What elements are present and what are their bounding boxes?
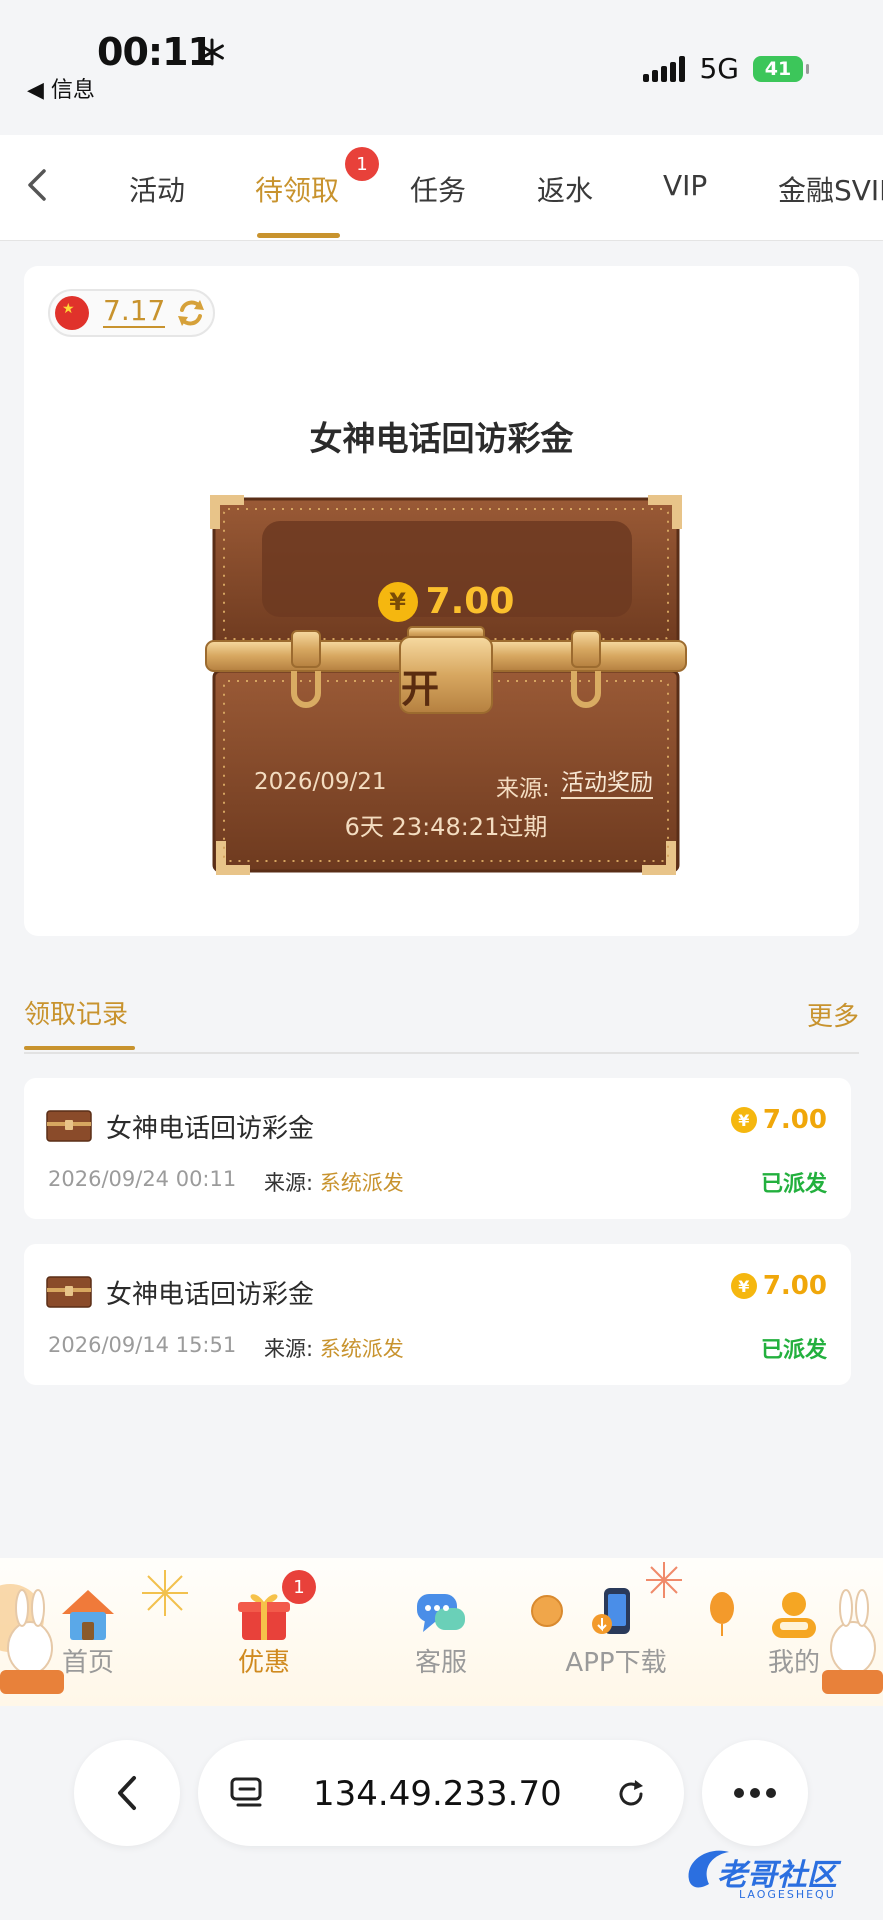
record-item[interactable]: 女神电话回访彩金 ¥ 7.00 2026/09/14 15:51 来源: 系统派… [24,1244,851,1385]
back-chevron-icon[interactable] [18,163,58,207]
record-source: 来源: 系统派发 [264,1333,404,1363]
record-amount-value: 7.00 [762,1105,827,1135]
nav-customer-service[interactable]: 客服 [381,1558,501,1706]
reward-title: 女神电话回访彩金 [309,419,574,458]
status-bar: 00:11 ◀ 信息 5G 41 [0,0,883,135]
record-datetime: 2026/09/24 00:11 [48,1167,237,1191]
yen-coin-icon: ¥ [730,1107,757,1133]
browser-back-button[interactable] [74,1740,180,1846]
reward-source-label: 来源: [496,776,550,802]
profile-icon [772,1592,816,1638]
phone-download-icon [592,1588,630,1634]
cellular-signal-icon [643,55,686,82]
house-icon [62,1590,114,1640]
nav-promotions[interactable]: 1 优惠 [204,1558,324,1706]
yen-coin-icon: ¥ [730,1273,757,1299]
watermark-subtext: LAOGESHEQU [739,1888,836,1901]
tab-finance-svip[interactable]: 金融SVIP [778,169,883,209]
treasure-chest[interactable]: ¥ 7.00 开 2026/09/21 来源: 活动奖励 6天 23:48:21… [196,491,696,881]
more-dots-icon [734,1788,776,1798]
back-to-app-link[interactable]: ◀ 信息 [27,72,95,104]
tab-activity[interactable]: 活动 [129,169,185,209]
record-source-value: 系统派发 [319,1171,404,1195]
chat-icon [417,1594,465,1632]
record-amount: ¥ 7.00 [730,1105,827,1135]
nav-profile-label: 我的 [767,1648,820,1678]
record-datetime: 2026/09/14 15:51 [48,1333,237,1357]
reward-card: ★ 7.17 女神电话回访彩金 ¥ 7.00 开 2026/09/21 来源: … [24,266,859,936]
battery-level: 41 [764,57,792,80]
nav-promotions-label: 优惠 [237,1648,290,1678]
snowflake-icon [200,38,224,66]
record-source-label: 来源: [264,1337,314,1361]
nav-home-label: 首页 [61,1648,114,1678]
bottom-nav: 首页 1 优惠 客服 APP下载 我的 [0,1558,883,1706]
nav-promotions-badge: 1 [282,1570,316,1604]
open-lock-button[interactable]: 开 [385,658,455,713]
chest-amount-value: 7.00 [425,581,515,622]
url-text: 134.49.233.70 [313,1774,562,1814]
record-status: 已派发 [760,1172,827,1197]
tab-vip[interactable]: VIP [663,169,707,202]
record-source-label: 来源: [264,1171,314,1195]
records-more-link[interactable]: 更多 [807,996,859,1033]
battery-icon: 41 [753,55,809,82]
refresh-icon[interactable] [174,296,208,330]
nav-profile[interactable]: 我的 [734,1558,854,1706]
nav-home[interactable]: 首页 [28,1558,148,1706]
record-amount-value: 7.00 [762,1271,827,1301]
chest-amount: ¥ 7.00 [196,581,696,622]
record-status: 已派发 [760,1338,827,1363]
record-source-value: 系统派发 [319,1337,404,1361]
records-tab-indicator [24,1046,135,1050]
nav-app-download-label: APP下载 [565,1648,667,1678]
browser-more-button[interactable] [702,1740,808,1846]
nav-customer-service-label: 客服 [414,1648,467,1678]
status-time: 00:11 [97,30,214,74]
network-type: 5G [699,52,739,85]
browser-toolbar: 134.49.233.70 老哥社区 LAOGESHEQU [0,1706,883,1920]
active-tab-indicator [257,233,340,238]
lantern-decoration-icon [710,1592,734,1636]
watermark-logo: 老哥社区 LAOGESHEQU [679,1840,865,1906]
address-bar[interactable]: 134.49.233.70 [198,1740,684,1846]
tab-bar: 活动 待领取 1 任务 返水 VIP 金融SVIP [0,135,883,241]
record-amount: ¥ 7.00 [730,1271,827,1301]
reload-icon[interactable] [613,1776,649,1812]
chest-small-icon [46,1276,92,1308]
records-title[interactable]: 领取记录 [24,994,128,1031]
balance-pill: ★ 7.17 [48,289,215,337]
tab-pending-badge: 1 [345,147,379,181]
reward-expire-countdown: 6天 23:48:21过期 [344,813,548,841]
chest-small-icon [46,1110,92,1142]
yen-coin-icon: ¥ [377,581,418,622]
tab-rebate[interactable]: 返水 [537,169,593,209]
tab-pending[interactable]: 待领取 [255,169,339,209]
china-flag-icon: ★ [55,296,89,330]
balance-value: 7.17 [103,294,166,328]
reward-date: 2026/09/21 [254,769,387,795]
chevron-left-icon [118,1776,136,1810]
tabs-icon[interactable] [228,1775,264,1811]
record-source: 来源: 系统派发 [264,1167,404,1197]
reward-source-link[interactable]: 活动奖励 [561,769,653,799]
record-name: 女神电话回访彩金 [106,1114,315,1144]
record-item[interactable]: 女神电话回访彩金 ¥ 7.00 2026/09/24 00:11 来源: 系统派… [24,1078,851,1219]
nav-app-download[interactable]: APP下载 [556,1558,676,1706]
tab-tasks[interactable]: 任务 [410,169,466,209]
records-header: 领取记录 更多 [24,990,859,1054]
record-name: 女神电话回访彩金 [106,1280,315,1310]
